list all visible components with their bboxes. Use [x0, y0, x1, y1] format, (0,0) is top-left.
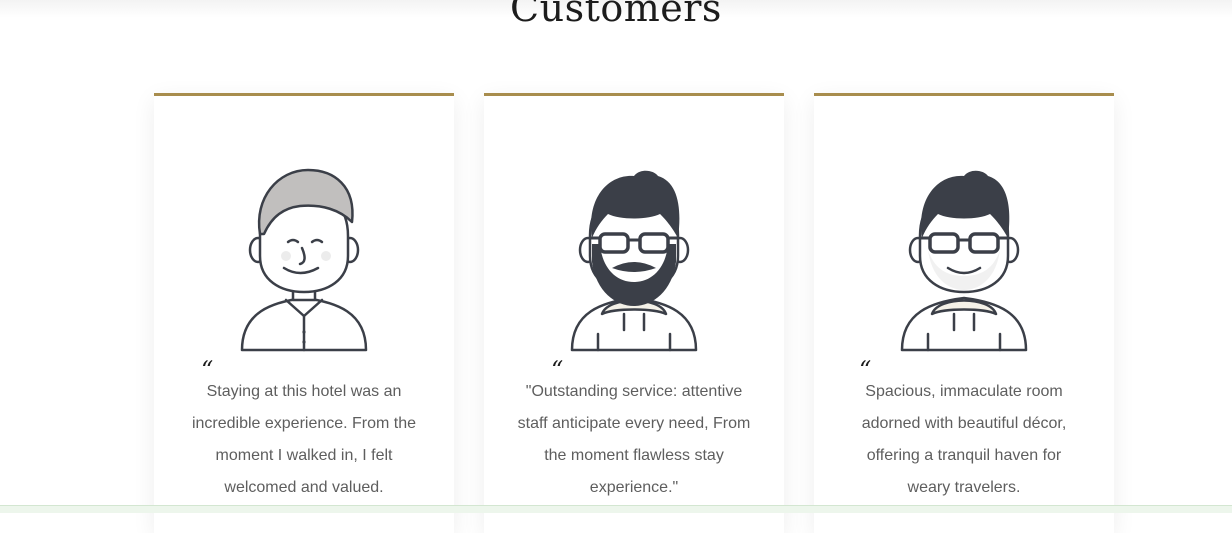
section-title: Customers: [510, 0, 722, 30]
man-glasses-avatar-icon: [898, 164, 1030, 354]
testimonial-card-3: “ Spacious, immaculate room adorned with…: [814, 93, 1114, 533]
testimonial-card-1: “ Staying at this hotel was an incredibl…: [154, 93, 454, 533]
testimonial-text: Staying at this hotel was an incredible …: [191, 383, 417, 496]
testimonial-card-2: “ "Outstanding service: attentive staff …: [484, 93, 784, 533]
man-avatar-gray-hair-icon: [238, 164, 370, 354]
bearded-man-glasses-avatar-icon: [568, 164, 700, 354]
testimonial-text: "Outstanding service: attentive staff an…: [517, 383, 751, 496]
testimonial-text: Spacious, immaculate room adorned with b…: [861, 383, 1067, 496]
